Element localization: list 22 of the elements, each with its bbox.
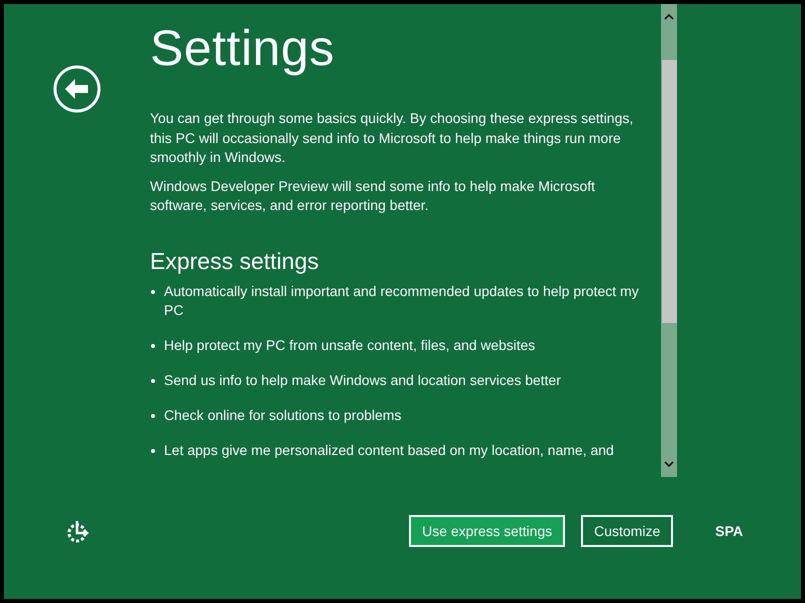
list-item-text: Let apps give me personalized content based on my location, name, and (164, 440, 615, 460)
customize-button[interactable]: Customize (581, 515, 674, 547)
bullet-icon (151, 448, 155, 452)
bullet-icon (151, 344, 155, 348)
bullet-icon (151, 414, 155, 418)
section-heading: Express settings (150, 246, 320, 276)
bullet-icon (151, 290, 155, 294)
bullet-icon (151, 378, 155, 382)
page-title: Settings (150, 20, 336, 76)
list-item-text: Help protect my PC from unsafe content, files, and websites (164, 336, 536, 354)
scroll-down-icon[interactable] (664, 461, 674, 467)
express-settings-button[interactable]: Use express settings (409, 515, 566, 547)
scrollbar[interactable] (661, 4, 677, 477)
description-text: You can get through some basics quickly. By choosing these express settings, this PC will occasionally send info to Microsoft to help make things run more smoothly in Windows. (150, 109, 634, 167)
list-item-text: Automatically install important and recommended updates to help protect my PC (164, 282, 640, 320)
scroll-thumb[interactable] (662, 60, 676, 323)
back-icon[interactable] (53, 65, 101, 113)
description-text: Windows Developer Preview will send some info to help make Microsoft software, services, and error reporting better. (150, 176, 596, 215)
list-item-text: Send us info to help make Windows and location services better (164, 370, 562, 390)
language-indicator[interactable]: SPA (715, 523, 743, 539)
list-item-text: Check online for solutions to problems (164, 406, 402, 424)
scroll-up-icon[interactable] (664, 14, 674, 20)
